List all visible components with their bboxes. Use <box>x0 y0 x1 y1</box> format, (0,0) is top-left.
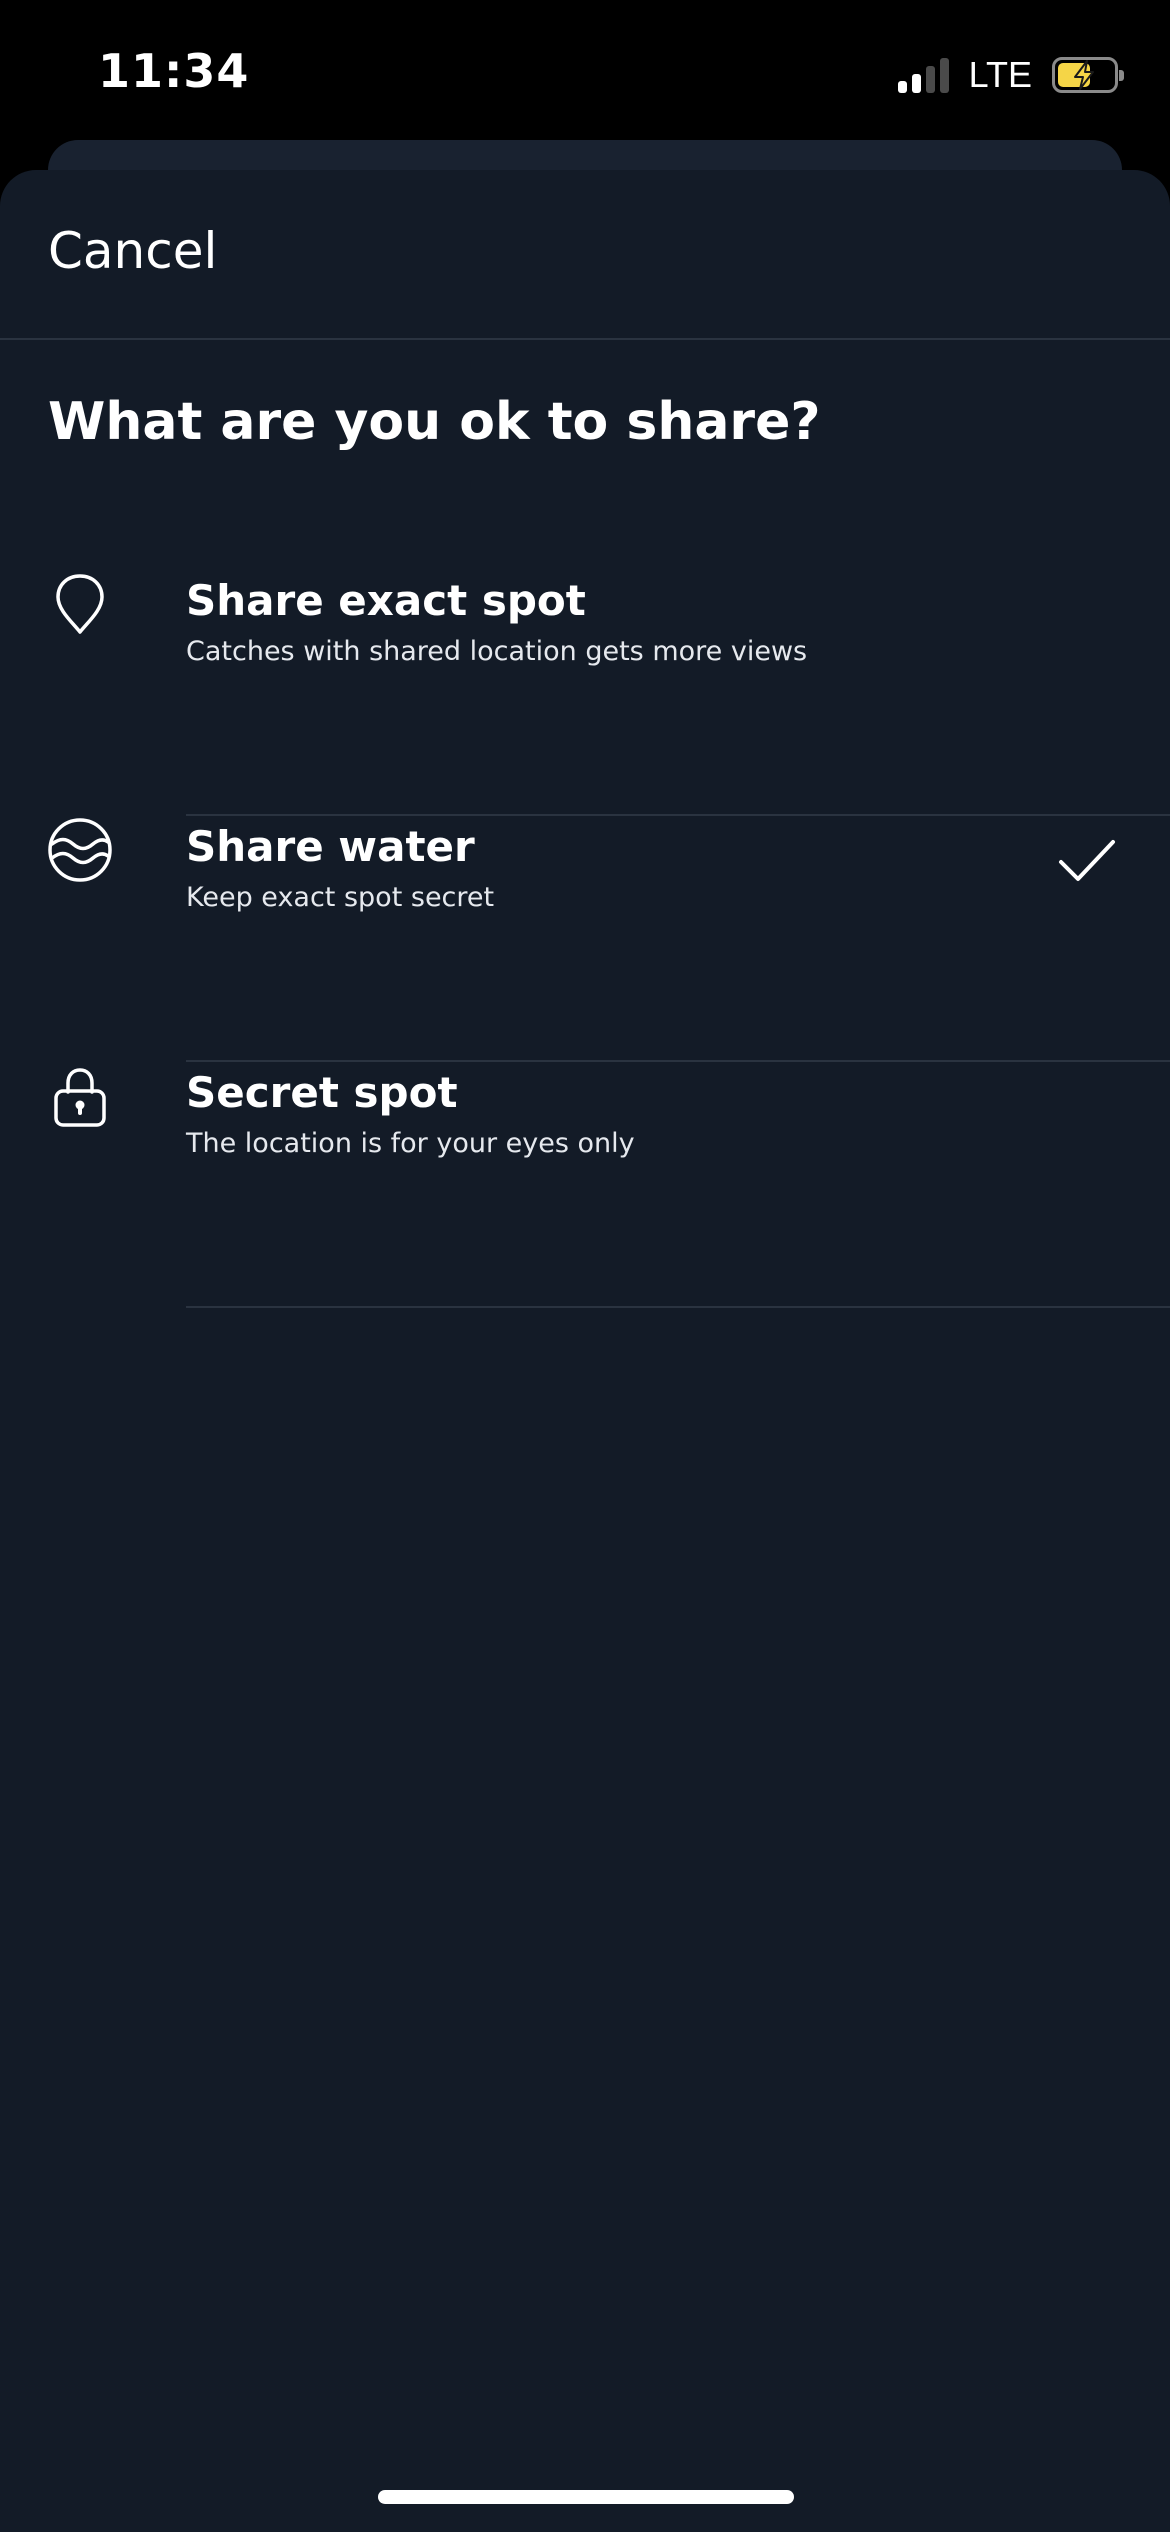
share-options-list: Share exact spot Catches with shared loc… <box>0 570 1170 1308</box>
share-location-sheet: Cancel What are you ok to share? Share e… <box>0 170 1170 2532</box>
divider <box>186 1306 1170 1308</box>
lock-icon <box>54 1068 106 1127</box>
option-share-water[interactable]: Share water Keep exact spot secret <box>0 816 1170 1062</box>
screen: 11:34 LTE Cancel What are you ok to shar… <box>0 0 1170 2532</box>
signal-bar <box>897 81 907 93</box>
water-waves-icon <box>48 818 112 882</box>
sheet-header: Cancel <box>0 170 1170 340</box>
cancel-button[interactable]: Cancel <box>48 222 217 280</box>
option-secret-spot[interactable]: Secret spot The location is for your eye… <box>0 1062 1170 1308</box>
network-type: LTE <box>968 54 1032 95</box>
home-indicator[interactable] <box>378 2490 794 2504</box>
status-bar: 11:34 LTE <box>0 0 1170 150</box>
location-pin-icon <box>56 574 104 634</box>
page-title: What are you ok to share? <box>48 392 821 452</box>
status-time: 11:34 <box>98 44 250 98</box>
option-title: Share water <box>186 822 475 871</box>
signal-bar <box>925 66 935 93</box>
option-title: Secret spot <box>186 1068 458 1117</box>
cellular-signal-icon <box>897 57 949 93</box>
option-title: Share exact spot <box>186 576 586 625</box>
battery-cap <box>1119 70 1124 81</box>
option-subtitle: The location is for your eyes only <box>186 1128 635 1159</box>
battery-icon <box>1052 57 1124 93</box>
signal-bar <box>911 74 921 93</box>
signal-bar <box>939 58 949 93</box>
status-indicators: LTE <box>897 52 1124 98</box>
option-share-exact-spot[interactable]: Share exact spot Catches with shared loc… <box>0 570 1170 816</box>
option-subtitle: Catches with shared location gets more v… <box>186 636 808 667</box>
option-subtitle: Keep exact spot secret <box>186 882 495 913</box>
charging-bolt-icon <box>1074 60 1094 90</box>
checkmark-icon <box>1059 840 1115 881</box>
